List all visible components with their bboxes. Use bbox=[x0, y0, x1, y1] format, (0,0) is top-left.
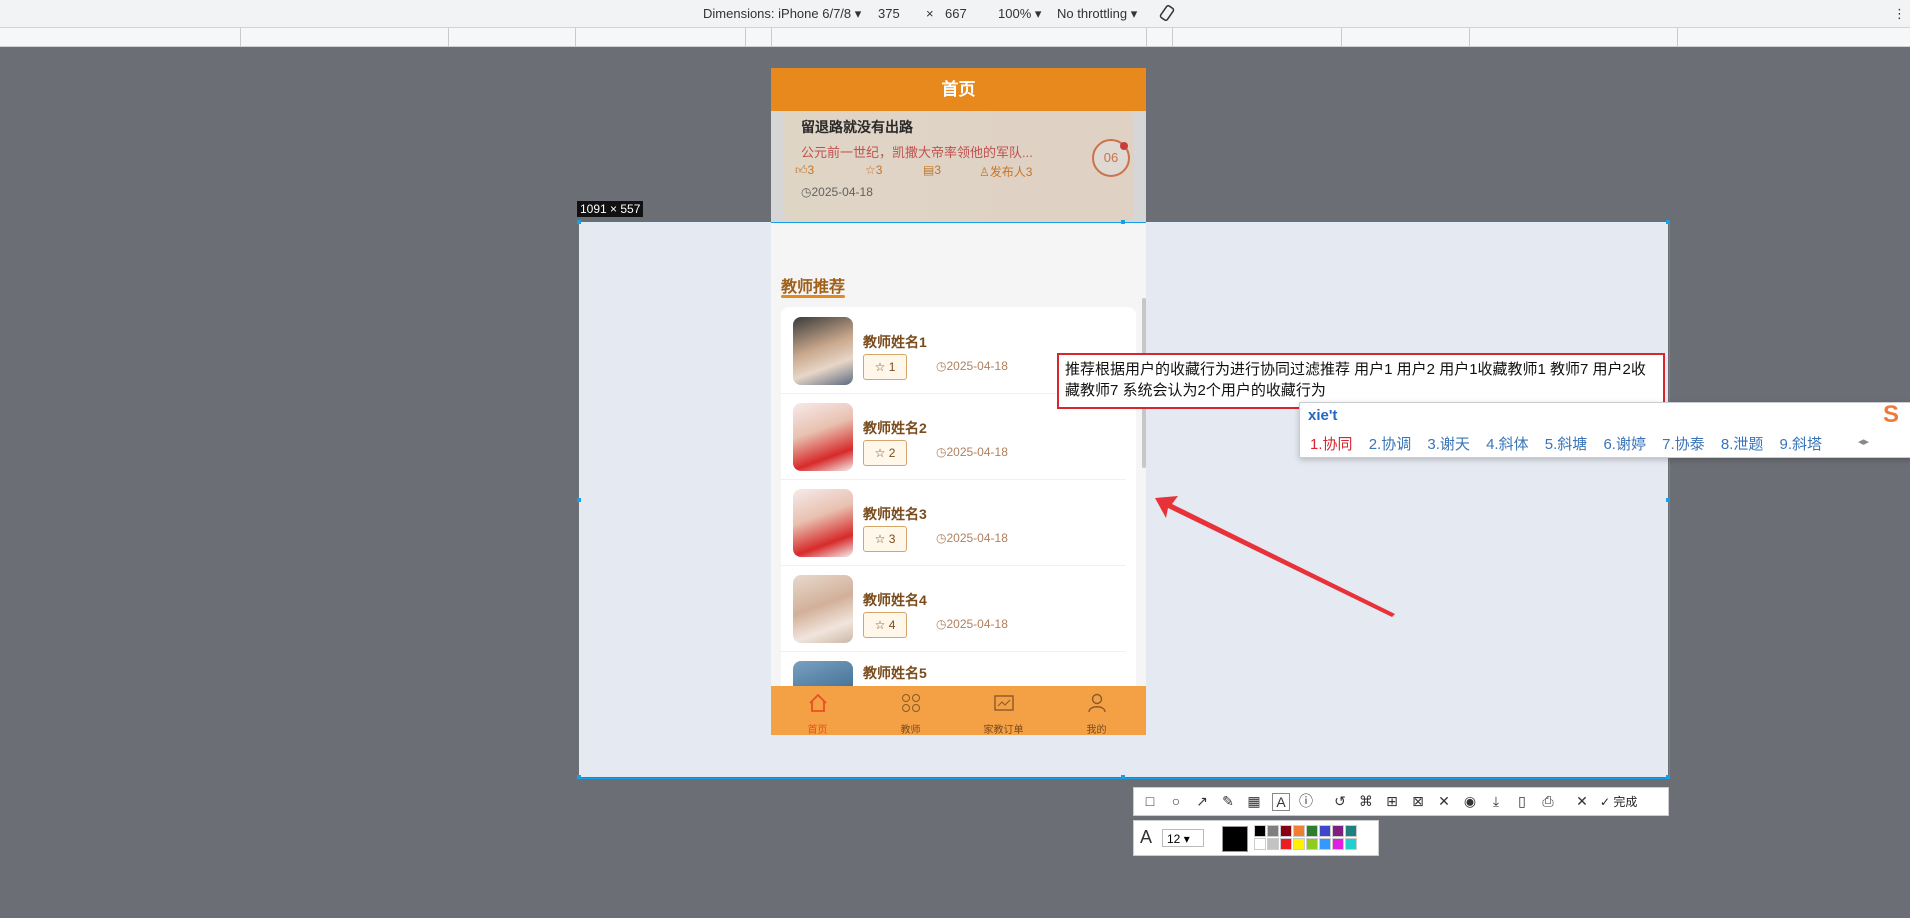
number-icon[interactable]: ⓘ bbox=[1298, 793, 1314, 809]
color-swatch[interactable] bbox=[1293, 838, 1305, 850]
translate-icon[interactable]: ✕ bbox=[1436, 793, 1452, 809]
rectangle-icon[interactable]: □ bbox=[1142, 793, 1158, 809]
page-title: 首页 bbox=[771, 68, 1146, 111]
arrow-annotation bbox=[1155, 496, 1395, 617]
ocr-icon[interactable]: ⊞ bbox=[1384, 793, 1400, 809]
text-style-toolbar: A 12 ▾ bbox=[1133, 820, 1379, 856]
ime-candidate[interactable]: 5.斜塘 bbox=[1545, 436, 1588, 453]
pin-icon[interactable]: ⌘ bbox=[1358, 793, 1374, 809]
ime-candidate[interactable]: 6.谢婷 bbox=[1603, 436, 1646, 453]
resize-handle[interactable] bbox=[1121, 220, 1125, 224]
color-swatch[interactable] bbox=[1319, 825, 1331, 837]
current-color-swatch[interactable] bbox=[1222, 826, 1248, 852]
color-swatch[interactable] bbox=[1332, 825, 1344, 837]
close-icon[interactable]: ✕ bbox=[1574, 793, 1590, 809]
ime-logo-icon: S bbox=[1883, 401, 1900, 428]
color-swatch[interactable] bbox=[1345, 838, 1357, 850]
ime-candidate[interactable]: 9.斜塔 bbox=[1780, 436, 1823, 453]
ime-candidates: 1.协同 2.协调 3.谢天 4.斜体 5.斜塘 6.谢婷 7.协泰 8.泄题 … bbox=[1310, 433, 1834, 454]
selection-fill-bottom bbox=[771, 735, 1146, 777]
font-size-select[interactable]: 12 ▾ bbox=[1162, 829, 1204, 847]
color-swatch[interactable] bbox=[1254, 825, 1266, 837]
selection-size-label: 1091 × 557 bbox=[577, 201, 644, 217]
mosaic-icon[interactable]: ▦ bbox=[1246, 793, 1262, 809]
resize-handle[interactable] bbox=[1666, 498, 1670, 502]
ime-page-arrows-icon[interactable]: ◂▸ bbox=[1858, 435, 1869, 448]
throttling-select[interactable]: No throttling ▾ bbox=[1057, 6, 1137, 22]
download-icon[interactable]: ⤓ bbox=[1488, 793, 1504, 809]
undo-icon[interactable]: ↺ bbox=[1332, 793, 1348, 809]
resize-handle[interactable] bbox=[577, 220, 581, 224]
color-swatch[interactable] bbox=[1267, 825, 1279, 837]
color-swatch[interactable] bbox=[1306, 838, 1318, 850]
ime-candidate-window: xie't 1.协同 2.协调 3.谢天 4.斜体 5.斜塘 6.谢婷 7.协泰… bbox=[1299, 402, 1910, 458]
device-dimensions-select[interactable]: Dimensions: iPhone 6/7/8 ▾ bbox=[703, 6, 861, 22]
color-swatch[interactable] bbox=[1319, 838, 1331, 850]
selection-fill-left bbox=[579, 222, 771, 777]
color-swatch[interactable] bbox=[1306, 825, 1318, 837]
phone-icon[interactable]: ▯ bbox=[1514, 793, 1530, 809]
rotate-icon[interactable] bbox=[1158, 4, 1176, 25]
color-swatch[interactable] bbox=[1280, 825, 1292, 837]
ime-candidate[interactable]: 8.泄题 bbox=[1721, 436, 1764, 453]
font-icon: A bbox=[1140, 827, 1153, 847]
ime-candidate[interactable]: 3.谢天 bbox=[1427, 436, 1470, 453]
ime-composition: xie't bbox=[1308, 407, 1338, 424]
scroll-capture-icon[interactable]: ⊠ bbox=[1410, 793, 1426, 809]
ime-candidate[interactable]: 2.协调 bbox=[1369, 436, 1412, 453]
done-button[interactable]: ✓ 完成 bbox=[1600, 793, 1637, 810]
color-swatch[interactable] bbox=[1254, 838, 1266, 850]
zoom-select[interactable]: 100% ▾ bbox=[998, 6, 1041, 22]
height-input[interactable]: 667 bbox=[945, 6, 967, 21]
pencil-icon[interactable]: ✎ bbox=[1220, 793, 1236, 809]
resize-handle[interactable] bbox=[1666, 220, 1670, 224]
color-swatch[interactable] bbox=[1345, 825, 1357, 837]
bookmark-icon[interactable]: ⎙ bbox=[1540, 793, 1556, 809]
ime-candidate[interactable]: 1.协同 bbox=[1310, 436, 1353, 453]
device-ruler bbox=[0, 28, 1910, 47]
ellipse-icon[interactable]: ○ bbox=[1168, 793, 1184, 809]
color-swatch[interactable] bbox=[1267, 838, 1279, 850]
resize-handle[interactable] bbox=[1121, 775, 1125, 779]
resize-handle[interactable] bbox=[577, 498, 581, 502]
ime-candidate[interactable]: 7.协泰 bbox=[1662, 436, 1705, 453]
more-options-icon[interactable]: ⋮ bbox=[1893, 6, 1906, 22]
width-input[interactable]: 375 bbox=[878, 6, 900, 21]
devtools-toolbar: Dimensions: iPhone 6/7/8 ▾ 375 × 667 100… bbox=[0, 0, 1910, 28]
times-label: × bbox=[926, 6, 934, 21]
text-tool-icon[interactable]: A bbox=[1272, 793, 1290, 811]
color-swatch[interactable] bbox=[1293, 825, 1305, 837]
color-swatch[interactable] bbox=[1332, 838, 1344, 850]
screenshot-toolbar: □ ○ ↗ ✎ ▦ A ⓘ ↺ ⌘ ⊞ ⊠ ✕ ◉ ⤓ ▯ ⎙ ✕ ✓ 完成 bbox=[1133, 787, 1669, 816]
dim-overlay bbox=[771, 111, 1146, 222]
ime-candidate[interactable]: 4.斜体 bbox=[1486, 436, 1529, 453]
resize-handle[interactable] bbox=[577, 775, 581, 779]
color-swatch[interactable] bbox=[1280, 838, 1292, 850]
arrow-icon[interactable]: ↗ bbox=[1194, 793, 1210, 809]
check-icon: ✓ bbox=[1600, 795, 1611, 809]
resize-handle[interactable] bbox=[1666, 775, 1670, 779]
record-icon[interactable]: ◉ bbox=[1462, 793, 1478, 809]
text-annotation-input[interactable]: 推荐根据用户的收藏行为进行协同过滤推荐 用户1 用户2 用户1收藏教师1 教师7… bbox=[1057, 353, 1665, 409]
